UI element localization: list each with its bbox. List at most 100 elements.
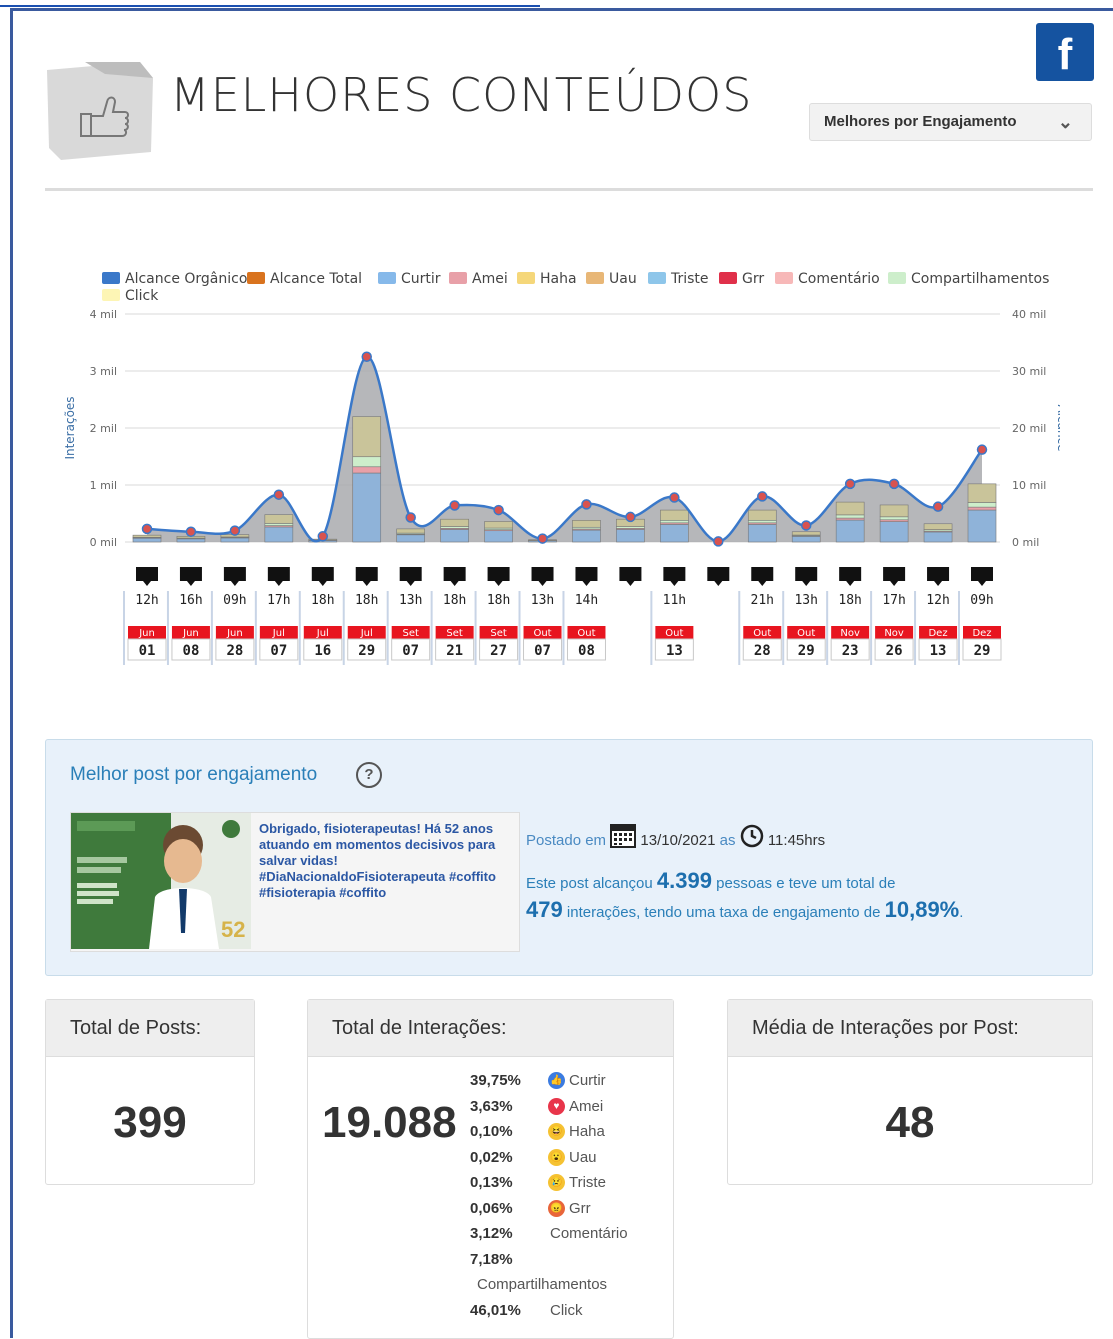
stack-bar-segment [660,510,688,520]
comment-icon [619,567,641,586]
data-point [406,513,415,522]
interaction-label: 😆Haha [548,1123,605,1140]
post-card[interactable]: 52 Obrigado, fisioterapeutas! Há 52 anos… [70,812,520,952]
data-point [143,524,152,533]
haha-icon: 😆 [548,1123,565,1140]
interaction-pct: 3,12% [470,1225,513,1242]
post-hour: 09h [970,593,993,608]
post-day: 23 [842,643,859,659]
post-month: Out [533,628,551,639]
data-point [846,479,855,488]
stack-bar-segment [968,507,996,510]
facebook-icon[interactable]: f [1036,23,1094,81]
legend-swatch [648,272,666,284]
stack-bar-segment [353,473,381,542]
interaction-label: 😢Triste [548,1174,606,1191]
engagement-rate: 10,89% [885,897,960,922]
post-hour: 18h [838,593,861,608]
post-hour: 18h [355,593,378,608]
data-point [802,521,811,530]
post-hour: 16h [179,593,202,608]
stack-bar-segment [572,520,600,527]
post-month: Set [446,628,463,639]
like-icon: 👍 [548,1072,565,1089]
stack-bar-segment [397,535,425,542]
stack-bar-segment [485,521,513,528]
best-content-chart: Alcance OrgânicoAlcance TotalCurtirAmeiH… [60,262,1060,672]
stack-bar-segment [836,520,864,542]
post-hour: 18h [311,593,334,608]
stack-bar-segment [265,527,293,542]
post-day: 28 [754,643,771,659]
angry-icon: 😠 [548,1200,565,1217]
post-month: Out [665,628,683,639]
post-day: 07 [534,643,551,659]
interactions-suffix: interações, tendo uma taxa de engajament… [567,904,881,921]
comment-icon [663,567,685,586]
y-right-tick: 30 mil [1012,365,1046,378]
y-right-tick: 0 mil [1012,536,1039,549]
stack-bar-segment [441,519,469,526]
post-day: 08 [578,643,595,659]
stack-bar-segment [485,531,513,542]
legend-swatch [378,272,396,284]
post-hour: 11h [663,593,686,608]
stack-bar-segment [221,538,249,542]
post-month: Out [797,628,815,639]
y-right-tick: 20 mil [1012,422,1046,435]
average-value: 48 [728,1098,1092,1148]
post-meta: Postado em 13/10/2021 as 11:45hrs [526,822,825,852]
stack-bar-segment [572,530,600,542]
data-point [978,445,987,454]
legend-swatch [586,272,604,284]
interaction-label-text: Amei [569,1098,603,1115]
interaction-pct: 7,18% [470,1251,513,1268]
comment-icon [927,567,949,586]
post-text[interactable]: Obrigado, fisioterapeutas! Há 52 anos at… [259,821,509,901]
stack-bar-segment [836,515,864,518]
stack-bar-segment [133,538,161,542]
total-interactions-value: 19.088 [322,1098,457,1148]
stack-bar-segment [265,515,293,524]
data-point [714,537,723,546]
comment-icon [180,567,202,586]
stack-bar-segment [353,457,381,467]
thumbs-up-icon [45,60,155,160]
post-day: 26 [886,643,903,659]
interaction-label: 😮Uau [548,1149,597,1166]
legend-swatch [719,272,737,284]
comment-icon [532,567,554,586]
y-left-tick: 3 mil [90,365,117,378]
stack-bar-segment [353,417,381,457]
stack-bar-segment [660,520,688,523]
legend-swatch [888,272,906,284]
stack-bar-segment [265,523,293,525]
total-interactions-label: Total de Interações: [308,1000,673,1057]
data-point [494,506,503,515]
sort-select[interactable]: Melhores por Engajamento ⌄ [809,103,1092,141]
legend-label: Alcance Total [270,271,362,287]
post-day: 07 [402,643,419,659]
stack-bar-segment [792,536,820,542]
legend-label: Alcance Orgânico [125,271,247,287]
legend-label: Curtir [401,271,441,287]
help-icon[interactable]: ? [356,762,382,788]
comment-icon [751,567,773,586]
post-month: Jul [316,628,329,639]
post-image[interactable]: 52 [71,813,251,949]
post-month: Jun [182,628,199,639]
stack-bar-segment [836,502,864,515]
legend-label: Comentário [798,271,880,287]
page-title: MELHORES CONTEÚDOS [170,68,752,122]
interaction-pct: 0,13% [470,1174,513,1191]
comment-icon [883,567,905,586]
comment-icon [356,567,378,586]
post-day: 21 [446,643,463,659]
data-point [274,490,283,499]
interaction-pct: 0,02% [470,1149,513,1166]
average-label: Média de Interações por Post: [728,1000,1092,1057]
comment-icon [400,567,422,586]
post-day: 27 [490,643,507,659]
stack-bar-segment [660,524,688,542]
stack-bar-segment [397,529,425,533]
